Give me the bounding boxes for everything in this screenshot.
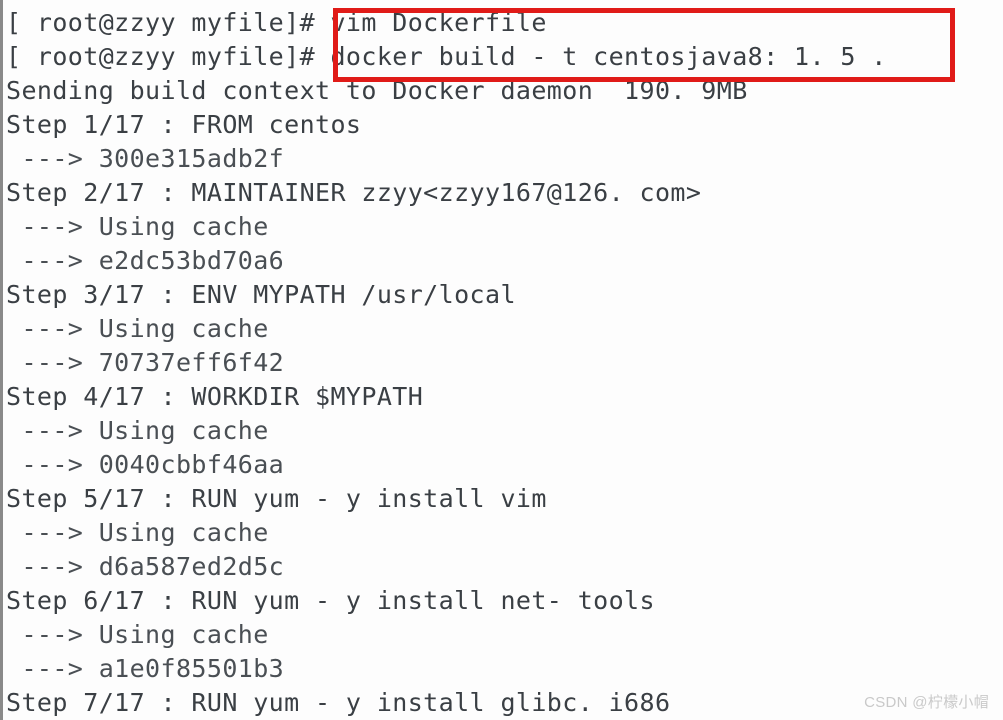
console-line: Step 2/17 : MAINTAINER zzyy<zzyy167@126.… bbox=[6, 178, 702, 207]
console-line: Step 4/17 : WORKDIR $MYPATH bbox=[6, 382, 424, 411]
console-line: ---> d6a587ed2d5c bbox=[6, 552, 285, 581]
console-line: ---> Using cache bbox=[6, 620, 269, 649]
console-line: ---> Using cache bbox=[6, 212, 269, 241]
console-line: [ root@zzyy myfile]# docker build - t ce… bbox=[6, 42, 887, 71]
console-line: ---> Using cache bbox=[6, 416, 269, 445]
console-line: [ root@zzyy myfile]# vim Dockerfile bbox=[6, 8, 547, 37]
console-line: ---> e2dc53bd70a6 bbox=[6, 246, 285, 275]
console-line: Step 6/17 : RUN yum - y install net- too… bbox=[6, 586, 655, 615]
console-line: Step 1/17 : FROM centos bbox=[6, 110, 362, 139]
console-line: Step 5/17 : RUN yum - y install vim bbox=[6, 484, 547, 513]
console-line: ---> Using cache bbox=[6, 518, 269, 547]
console-output[interactable]: [ root@zzyy myfile]# vim Dockerfile [ roo… bbox=[6, 6, 1001, 720]
console-line: ---> Using cache bbox=[6, 314, 269, 343]
console-line: ---> 70737eff6f42 bbox=[6, 348, 285, 377]
console-line: Step 7/17 : RUN yum - y install glibc. i… bbox=[6, 688, 671, 717]
console-line: ---> 300e315adb2f bbox=[6, 144, 285, 173]
console-line: Sending build context to Docker daemon 1… bbox=[6, 76, 748, 105]
csdn-watermark: CSDN @柠檬小帽 bbox=[864, 694, 989, 711]
console-line: ---> 0040cbbf46aa bbox=[6, 450, 285, 479]
console-line: ---> a1e0f85501b3 bbox=[6, 654, 285, 683]
left-edge-rule bbox=[0, 0, 3, 720]
terminal-window[interactable]: [ root@zzyy myfile]# vim Dockerfile [ roo… bbox=[0, 0, 1003, 720]
console-line: Step 3/17 : ENV MYPATH /usr/local bbox=[6, 280, 516, 309]
